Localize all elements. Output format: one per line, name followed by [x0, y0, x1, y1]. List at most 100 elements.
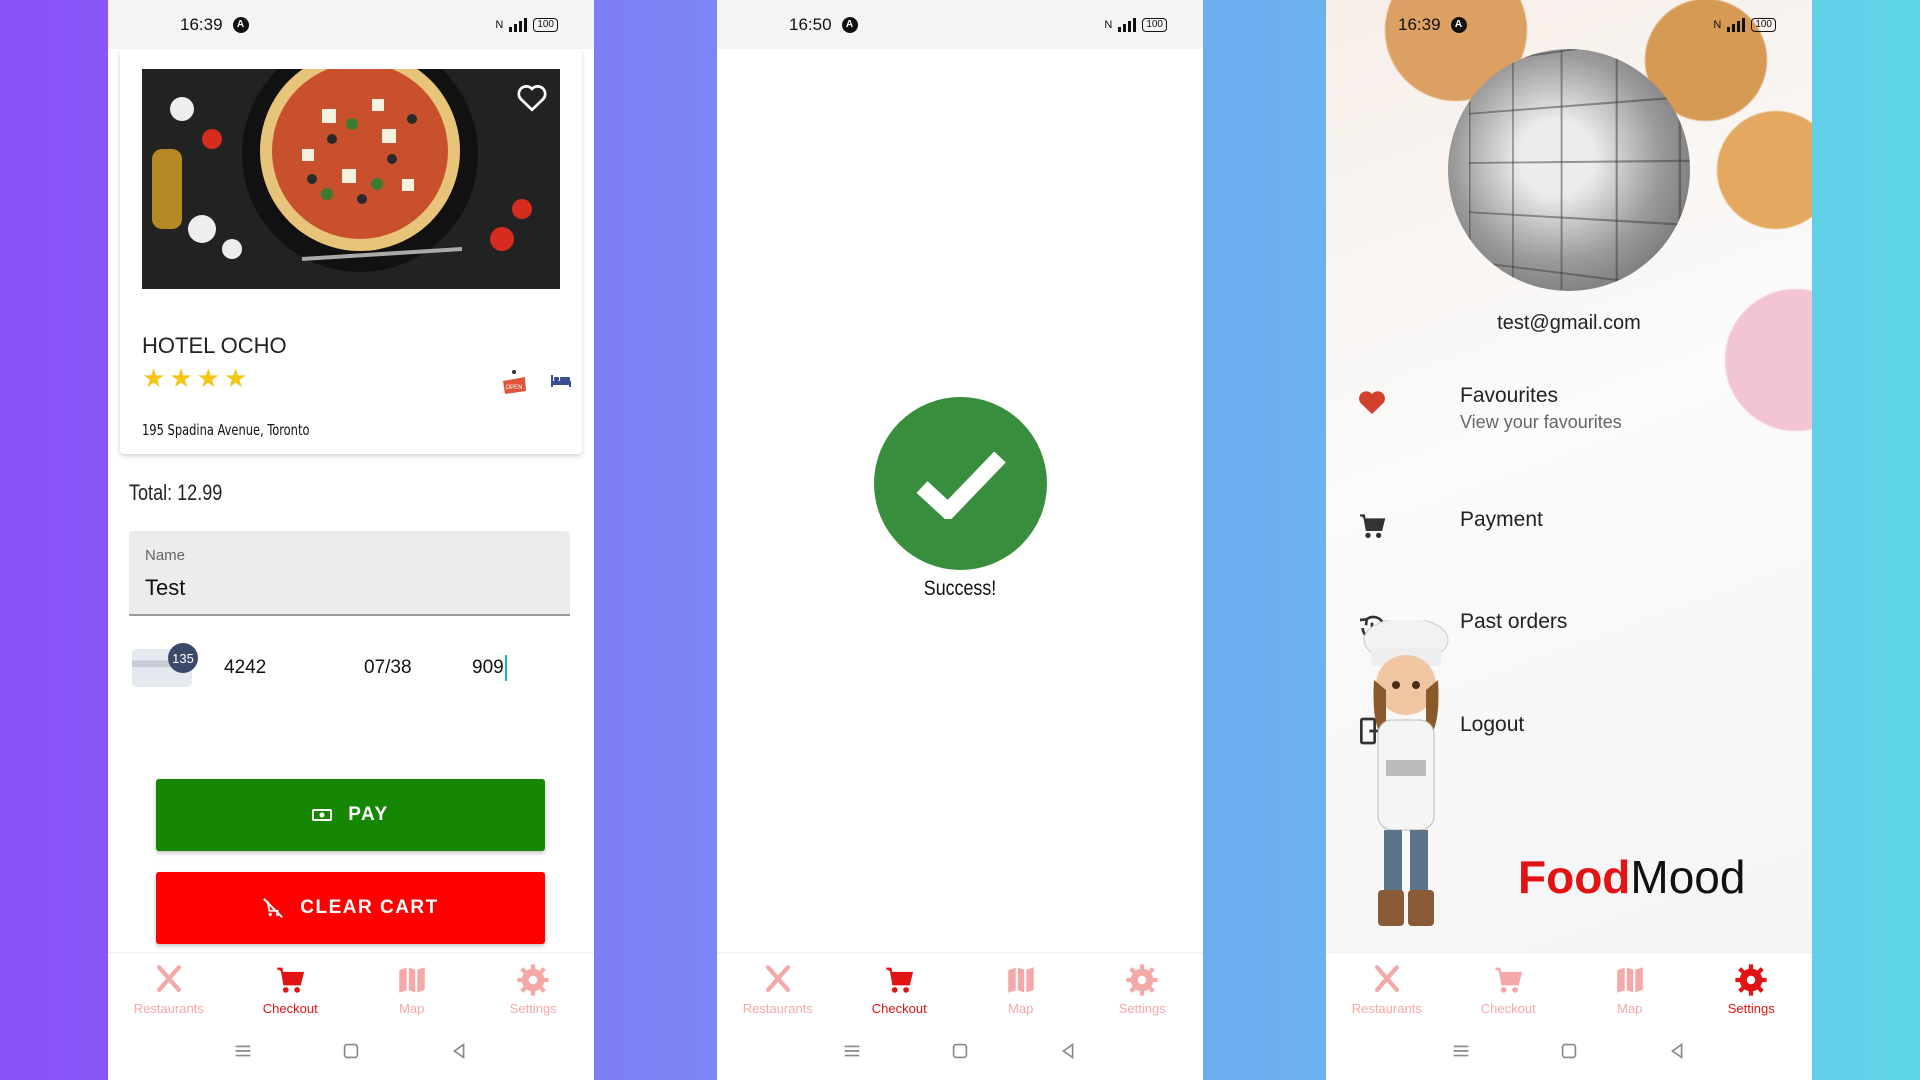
signal-icon — [509, 17, 528, 32]
status-bar: 16:39 A N 100 — [108, 0, 594, 49]
nfc-icon: N — [1713, 18, 1722, 31]
favourite-heart-icon[interactable] — [514, 79, 550, 115]
nav-checkout[interactable]: Checkout — [1448, 953, 1570, 1022]
restaurant-icon — [156, 965, 181, 993]
remove-cart-icon — [263, 898, 284, 918]
gear-icon — [1126, 964, 1158, 996]
text-cursor — [505, 655, 507, 681]
home-icon[interactable] — [949, 1040, 971, 1062]
map-icon — [1008, 967, 1034, 993]
name-field-value[interactable]: Test — [145, 575, 185, 601]
checkout-screen: 16:39 A N 100 HOTEL OCHO ★ ★ ★ ★ OPEN 19… — [108, 0, 594, 1080]
status-icons: N 100 — [1104, 17, 1167, 32]
battery-icon: 100 — [533, 17, 558, 32]
back-icon[interactable] — [448, 1040, 470, 1062]
nav-label: Restaurants — [133, 1001, 204, 1016]
menu-subtitle: View your favourites — [1460, 412, 1622, 432]
system-nav — [108, 1022, 594, 1080]
app-notification-icon: A — [232, 16, 249, 33]
nav-label: Map — [399, 1001, 425, 1016]
brand-logo: FoodMood — [1518, 850, 1745, 904]
svg-text:OPEN: OPEN — [505, 385, 522, 391]
star-icon: ★ — [142, 363, 166, 393]
status-icons: N 100 — [1713, 17, 1776, 32]
name-field[interactable]: Name Test — [129, 531, 570, 616]
nav-settings[interactable]: Settings — [1082, 953, 1204, 1022]
nav-map[interactable]: Map — [351, 953, 473, 1022]
avatar[interactable] — [1448, 49, 1690, 291]
card-number-field[interactable]: 4242 — [224, 657, 266, 679]
success-check-icon — [874, 397, 1047, 570]
nav-label: Map — [1008, 1001, 1034, 1016]
nav-restaurants[interactable]: Restaurants — [108, 953, 230, 1022]
nav-settings[interactable]: Settings — [473, 953, 595, 1022]
nav-label: Settings — [1118, 1001, 1166, 1016]
menu-icon[interactable] — [1450, 1040, 1472, 1062]
card-expiry-field[interactable]: 07/38 — [364, 657, 412, 679]
nfc-icon: N — [1104, 18, 1113, 31]
card-input[interactable]: 135 4242 07/38 909 — [132, 643, 572, 691]
nav-label: Checkout — [1480, 1001, 1536, 1016]
card-cvc-field[interactable]: 909 — [472, 657, 504, 679]
restaurant-icon — [1374, 965, 1399, 993]
clear-cart-label: CLEAR CART — [300, 897, 439, 918]
status-time: 16:50 — [789, 14, 832, 34]
system-nav — [1326, 1022, 1812, 1080]
back-icon[interactable] — [1057, 1040, 1079, 1062]
rating-stars: ★ ★ ★ ★ — [142, 363, 247, 394]
payments-icon — [312, 809, 333, 821]
back-icon[interactable] — [1666, 1040, 1688, 1062]
pay-button[interactable]: PAY — [156, 779, 545, 851]
nav-restaurants[interactable]: Restaurants — [717, 953, 839, 1022]
map-icon — [1617, 967, 1643, 993]
nav-label: Settings — [1727, 1001, 1775, 1016]
menu-icon[interactable] — [232, 1040, 254, 1062]
home-icon[interactable] — [1558, 1040, 1580, 1062]
menu-icon[interactable] — [841, 1040, 863, 1062]
success-screen: 16:50 A N 100 Success! Restaurants Check… — [717, 0, 1203, 1080]
nav-label: Checkout — [871, 1001, 927, 1016]
bottom-nav: Restaurants Checkout Map Settings — [108, 952, 594, 1022]
star-icon: ★ — [169, 363, 193, 393]
pay-button-label: PAY — [348, 804, 389, 825]
star-icon: ★ — [196, 363, 220, 393]
cart-icon — [1360, 514, 1386, 538]
order-total: Total: 12.99 — [129, 480, 223, 505]
nav-map[interactable]: Map — [1569, 953, 1691, 1022]
menu-title: Payment — [1460, 508, 1543, 531]
menu-payment[interactable]: Payment — [1356, 508, 1792, 568]
restaurant-card[interactable]: HOTEL OCHO ★ ★ ★ ★ OPEN 195 Spadina Aven… — [120, 49, 582, 454]
nav-restaurants[interactable]: Restaurants — [1326, 953, 1448, 1022]
nav-map[interactable]: Map — [960, 953, 1082, 1022]
menu-favourites[interactable]: Favourites View your favourites — [1356, 384, 1792, 444]
settings-screen: 16:39 A N 100 test@gmail.com Favourites … — [1326, 0, 1812, 1080]
nav-settings[interactable]: Settings — [1691, 953, 1813, 1022]
cart-icon — [886, 967, 914, 993]
battery-icon: 100 — [1142, 17, 1167, 32]
cart-icon — [277, 967, 305, 993]
open-sign-icon: OPEN — [503, 370, 526, 394]
menu-title: Logout — [1460, 713, 1525, 736]
cart-icon — [1495, 967, 1523, 993]
star-icon: ★ — [223, 363, 248, 393]
nav-checkout[interactable]: Checkout — [839, 953, 961, 1022]
brand-food: Food — [1518, 851, 1631, 903]
brand-mood: Mood — [1630, 851, 1746, 903]
chef-mascot-image — [1363, 620, 1449, 926]
restaurant-image — [142, 69, 560, 289]
card-badge: 135 — [168, 643, 198, 673]
bottom-nav: Restaurants Checkout Map Settings — [1326, 952, 1812, 1022]
menu-title: Favourites — [1460, 384, 1559, 407]
nav-label: Checkout — [262, 1001, 318, 1016]
bottom-nav: Restaurants Checkout Map Settings — [717, 952, 1203, 1022]
heart-icon — [1359, 391, 1385, 414]
menu-title: Past orders — [1460, 610, 1568, 633]
clear-cart-button[interactable]: CLEAR CART — [156, 872, 545, 944]
restaurant-name: HOTEL OCHO — [142, 333, 287, 358]
status-time: 16:39 — [1398, 14, 1441, 34]
hotel-bed-icon — [551, 375, 571, 387]
nav-checkout[interactable]: Checkout — [230, 953, 352, 1022]
home-icon[interactable] — [340, 1040, 362, 1062]
nfc-icon: N — [495, 18, 504, 31]
nav-label: Restaurants — [742, 1001, 813, 1016]
